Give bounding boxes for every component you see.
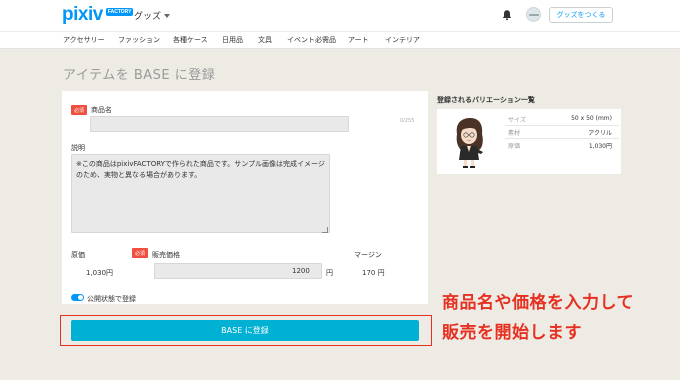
make-goods-button[interactable]: グッズをつくる [549,7,613,23]
goods-menu[interactable]: グッズ [134,9,171,22]
spec-divider [505,138,619,139]
cost-label: 原価 [71,251,85,259]
spec-cost-value: 1,030円 [588,143,612,150]
acrylic-stand-thumbnail [439,112,499,172]
cost-value: 1,030円 [86,269,114,277]
category-nav: アクセサリー ファッション 各種ケース 日用品 文具 イベント必需品 アート イ… [0,31,680,49]
margin-value: 170 円 [362,269,385,277]
spec-cost-key: 原価 [508,143,521,150]
sale-price-unit: 円 [326,269,333,277]
product-name-label: 商品名 [91,106,112,114]
description-label: 説明 [71,144,85,152]
spec-size-value: 50 x 50 (mm) [571,115,612,122]
chevron-down-icon [164,13,171,18]
product-name-input[interactable] [90,116,349,132]
spec-material-value: アクリル [588,130,612,137]
category-cases[interactable]: 各種ケース [173,35,208,45]
page-title: アイテムを BASE に登録 [63,68,216,83]
bell-icon[interactable] [501,9,513,21]
logo-text: pixiv [62,4,103,25]
highlight-frame [60,315,432,346]
publish-toggle[interactable] [71,294,84,301]
sale-price-label: 販売価格 [152,251,180,259]
avatar[interactable] [526,7,541,22]
category-event[interactable]: イベント必需品 [287,35,336,45]
pixiv-factory-logo[interactable]: pixiv FACTORY [62,4,134,25]
resize-grip-icon[interactable] [322,227,328,233]
required-badge: 必須 [71,105,87,115]
top-header: pixiv FACTORY グッズ グッズをつくる [0,0,680,31]
annotation-line-2: 販売を開始します [442,323,582,343]
category-art[interactable]: アート [348,35,369,45]
category-fashion[interactable]: ファッション [118,35,160,45]
publish-toggle-label: 公開状態で登録 [87,295,136,303]
description-text: ※この商品はpixivFACTORYで作られた商品です。サンプル画像は完成イメー… [76,160,325,179]
sale-price-value: 1200 [292,267,310,275]
product-name-counter: 0/255 [400,118,415,124]
category-stationery[interactable]: 文具 [258,35,272,45]
spec-size-key: サイズ [508,117,526,124]
annotation-line-1: 商品名や価格を入力して [442,293,634,313]
variation-title: 登録されるバリエーション一覧 [437,96,535,104]
category-interior[interactable]: インテリア [385,35,420,45]
logo-badge: FACTORY [105,8,134,16]
category-daily-goods[interactable]: 日用品 [222,35,243,45]
required-badge: 必須 [132,248,148,258]
spec-divider [505,125,619,126]
category-accessory[interactable]: アクセサリー [63,35,105,45]
spec-material-key: 素材 [508,130,521,137]
margin-label: マージン [354,251,382,259]
goods-menu-label: グッズ [134,12,162,22]
